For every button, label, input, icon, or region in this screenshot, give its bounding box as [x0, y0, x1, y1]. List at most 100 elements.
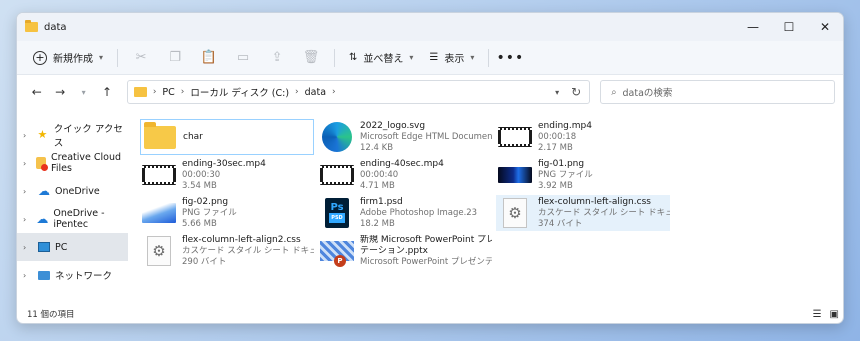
file-type: Adobe Photoshop Image.23	[360, 207, 478, 218]
list-item-file[interactable]: 2022_logo.svg Microsoft Edge HTML Docume…	[318, 119, 492, 155]
sidebar-item-onedrive-ipentec[interactable]: › ☁ OneDrive - iPentec	[17, 205, 128, 233]
sidebar-item-network[interactable]: › ネットワーク	[17, 261, 128, 289]
thumbnail: P	[318, 234, 356, 268]
thumbnail	[318, 158, 356, 192]
file-name: flex-column-left-align2.css	[182, 234, 301, 245]
window-title: data	[44, 21, 67, 33]
command-bar: + 新規作成 ▾ ✂ ❐ 📋 ▭ ⇪ 🗑 ⇅ 並べ替え ▾ ☰ 表示 ▾ •••	[17, 41, 843, 75]
sort-button[interactable]: ⇅ 並べ替え ▾	[341, 45, 421, 71]
tiles-view-icon[interactable]: ▣	[830, 309, 839, 320]
back-button[interactable]: ←	[25, 80, 48, 104]
list-item-file[interactable]: ending-40sec.mp4 00:00:40 4.71 MB	[318, 157, 492, 193]
gear-document-icon: ⚙	[147, 236, 171, 266]
delete-icon[interactable]: 🗑	[294, 45, 328, 71]
file-duration: 00:00:40	[360, 169, 399, 180]
file-name: flex-column-left-align.css	[538, 196, 651, 207]
search-placeholder: dataの検索	[622, 88, 673, 99]
image-thumbnail-icon	[498, 167, 532, 183]
sidebar-item-creative-cloud[interactable]: › Creative Cloud Files	[17, 149, 128, 177]
thumbnail: ⚙	[496, 196, 534, 230]
chevron-right-icon[interactable]: ›	[23, 131, 32, 140]
minimize-button[interactable]: —	[735, 13, 771, 41]
list-item-folder-char[interactable]: char	[140, 119, 314, 155]
monitor-icon	[38, 242, 50, 252]
file-size: 4.71 MB	[360, 180, 395, 191]
photoshop-icon: Ps PSD	[325, 198, 349, 228]
paste-icon[interactable]: 📋	[192, 45, 226, 71]
copy-icon[interactable]: ❐	[158, 45, 192, 71]
list-item-file[interactable]: ending-30sec.mp4 00:00:30 3.54 MB	[140, 157, 314, 193]
list-item-file[interactable]: ⚙ flex-column-left-align2.css カスケード スタイル…	[140, 233, 314, 269]
video-thumbnail-icon	[498, 127, 532, 147]
breadcrumb-local-disk[interactable]: ローカル ディスク (C:)	[190, 85, 289, 99]
maximize-button[interactable]: ☐	[771, 13, 807, 41]
star-icon: ★	[37, 128, 48, 141]
file-size: 3.54 MB	[182, 180, 217, 191]
list-item-file[interactable]: fig-02.png PNG ファイル 5.66 MB	[140, 195, 314, 231]
file-name: ending-40sec.mp4	[360, 158, 444, 169]
view-icon: ☰	[429, 52, 439, 63]
explorer-window: data — ☐ ✕ + 新規作成 ▾ ✂ ❐ 📋 ▭ ⇪ 🗑 ⇅ 並べ替え ▾…	[16, 12, 844, 324]
image-thumbnail-icon	[142, 203, 176, 223]
toolbar-divider	[488, 48, 490, 67]
sidebar-item-quick-access[interactable]: › ★ クイック アクセス	[17, 121, 128, 149]
breadcrumb-pc[interactable]: PC	[162, 87, 174, 98]
more-options-button[interactable]: •••	[495, 50, 525, 66]
chevron-right-icon[interactable]: ›	[23, 187, 33, 196]
file-size: 18.2 MB	[360, 218, 395, 229]
file-meta: fig-02.png PNG ファイル 5.66 MB	[182, 197, 237, 230]
sidebar-item-label: PC	[55, 241, 68, 253]
file-type: PNG ファイル	[182, 207, 237, 218]
forward-button[interactable]: →	[48, 80, 71, 104]
file-name: char	[183, 131, 203, 142]
close-button[interactable]: ✕	[807, 13, 843, 41]
file-size: 12.4 KB	[360, 142, 394, 153]
item-count: 11 個の項目	[27, 310, 75, 320]
sidebar-item-label: OneDrive - iPentec	[53, 208, 105, 230]
thumbnail	[496, 158, 534, 192]
list-item-file[interactable]: ending.mp4 00:00:18 2.17 MB	[496, 119, 670, 155]
list-item-file[interactable]: P 新規 Microsoft PowerPoint プレゼン テーション.ppt…	[318, 233, 492, 269]
refresh-icon[interactable]: ↻	[571, 85, 581, 99]
status-bar: 11 個の項目 ☰ ▣	[17, 305, 843, 323]
chevron-right-icon: ›	[332, 87, 336, 97]
address-bar[interactable]: › PC › ローカル ディスク (C:) › data › ▾ ↻	[126, 80, 591, 104]
details-view-icon[interactable]: ☰	[813, 309, 822, 320]
sidebar-item-pc[interactable]: › PC	[17, 233, 128, 261]
thumbnail	[140, 196, 178, 230]
chevron-right-icon: ›	[180, 87, 185, 97]
file-size: 290 バイト	[182, 256, 227, 267]
chevron-down-icon: ▾	[99, 53, 104, 62]
list-item-file[interactable]: Ps PSD firm1.psd Adobe Photoshop Image.23…	[318, 195, 492, 231]
chevron-right-icon[interactable]: ›	[23, 159, 31, 168]
chevron-right-icon[interactable]: ›	[23, 215, 31, 224]
recent-locations-button[interactable]: ▾	[72, 80, 95, 104]
rename-icon[interactable]: ▭	[226, 45, 260, 71]
list-item-file[interactable]: fig-01.png PNG ファイル 3.92 MB	[496, 157, 670, 193]
folder-icon	[144, 121, 176, 149]
view-label: 表示	[444, 54, 465, 65]
network-icon	[38, 270, 50, 280]
list-item-file-selected[interactable]: ⚙ flex-column-left-align.css カスケード スタイル …	[496, 195, 670, 231]
chevron-right-icon[interactable]: ›	[23, 271, 33, 280]
chevron-right-icon[interactable]: ›	[23, 243, 33, 252]
view-button[interactable]: ☰ 表示 ▾	[421, 45, 482, 71]
address-dropdown-icon[interactable]: ▾	[555, 88, 559, 97]
search-input[interactable]: ⌕ dataの検索	[600, 80, 835, 104]
cloud-icon: ☁	[38, 184, 50, 198]
toolbar-divider	[334, 48, 336, 67]
folder-icon	[25, 20, 38, 32]
sort-icon: ⇅	[349, 52, 358, 63]
file-meta: ending-40sec.mp4 00:00:40 4.71 MB	[360, 159, 444, 192]
creative-cloud-icon	[36, 157, 49, 171]
share-icon[interactable]: ⇪	[260, 45, 294, 71]
up-button[interactable]: ↑	[95, 80, 118, 104]
folder-icon	[133, 87, 147, 97]
new-button[interactable]: + 新規作成 ▾	[25, 45, 111, 71]
file-name: 新規 Microsoft PowerPoint プレゼン	[360, 234, 492, 245]
sidebar-item-onedrive[interactable]: › ☁ OneDrive	[17, 177, 128, 205]
thumbnail: Ps PSD	[318, 196, 356, 230]
address-row: ← → ▾ ↑ › PC › ローカル ディスク (C:) › data › ▾…	[17, 75, 843, 109]
breadcrumb-data[interactable]: data	[305, 87, 326, 98]
cut-icon[interactable]: ✂	[124, 45, 158, 71]
